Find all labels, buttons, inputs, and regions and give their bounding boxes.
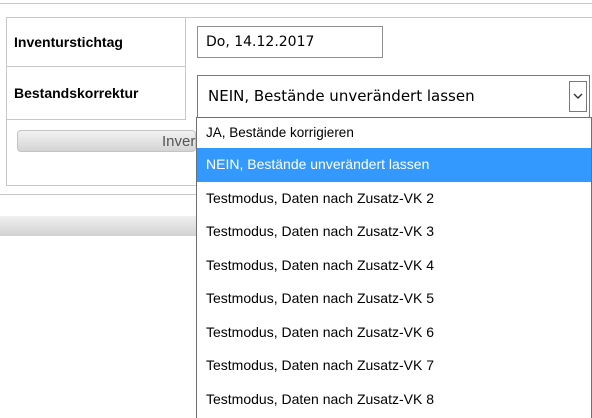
dropdown-option[interactable]: Testmodus, Daten nach Zusatz-VK 4	[197, 249, 591, 283]
dropdown-option[interactable]: Testmodus, Daten nach Zusatz-VK 7	[197, 349, 591, 383]
top-divider	[0, 3, 592, 4]
stock-correction-selected-value: NEIN, Bestände unverändert lassen	[208, 87, 475, 105]
stock-correction-label: Bestandskorrektur	[6, 66, 186, 120]
inventory-date-label: Inventurstichtag	[6, 17, 186, 67]
dropdown-option[interactable]: Testmodus, Daten nach Zusatz-VK 3	[197, 215, 591, 249]
dropdown-option-selected[interactable]: NEIN, Bestände unverändert lassen	[197, 148, 591, 182]
stock-correction-select[interactable]: NEIN, Bestände unverändert lassen	[197, 75, 590, 118]
inventory-button-label: Inver	[162, 133, 196, 150]
toolbar-bar	[0, 216, 200, 236]
inventory-date-field[interactable]: Do, 14.12.2017	[197, 26, 383, 58]
inventory-button[interactable]: Inver	[17, 130, 196, 152]
stock-correction-dropdown-list[interactable]: JA, Bestände korrigieren NEIN, Bestände …	[196, 117, 592, 418]
dropdown-option[interactable]: Testmodus, Daten nach Zusatz-VK 6	[197, 316, 591, 350]
dropdown-option[interactable]: Testmodus, Daten nach Zusatz-VK 8	[197, 383, 591, 417]
chevron-down-icon[interactable]	[569, 81, 587, 112]
dropdown-option[interactable]: JA, Bestände korrigieren	[197, 118, 591, 148]
dropdown-option[interactable]: Testmodus, Daten nach Zusatz-VK 5	[197, 282, 591, 316]
dropdown-option[interactable]: Testmodus, Daten nach Zusatz-VK 2	[197, 182, 591, 216]
